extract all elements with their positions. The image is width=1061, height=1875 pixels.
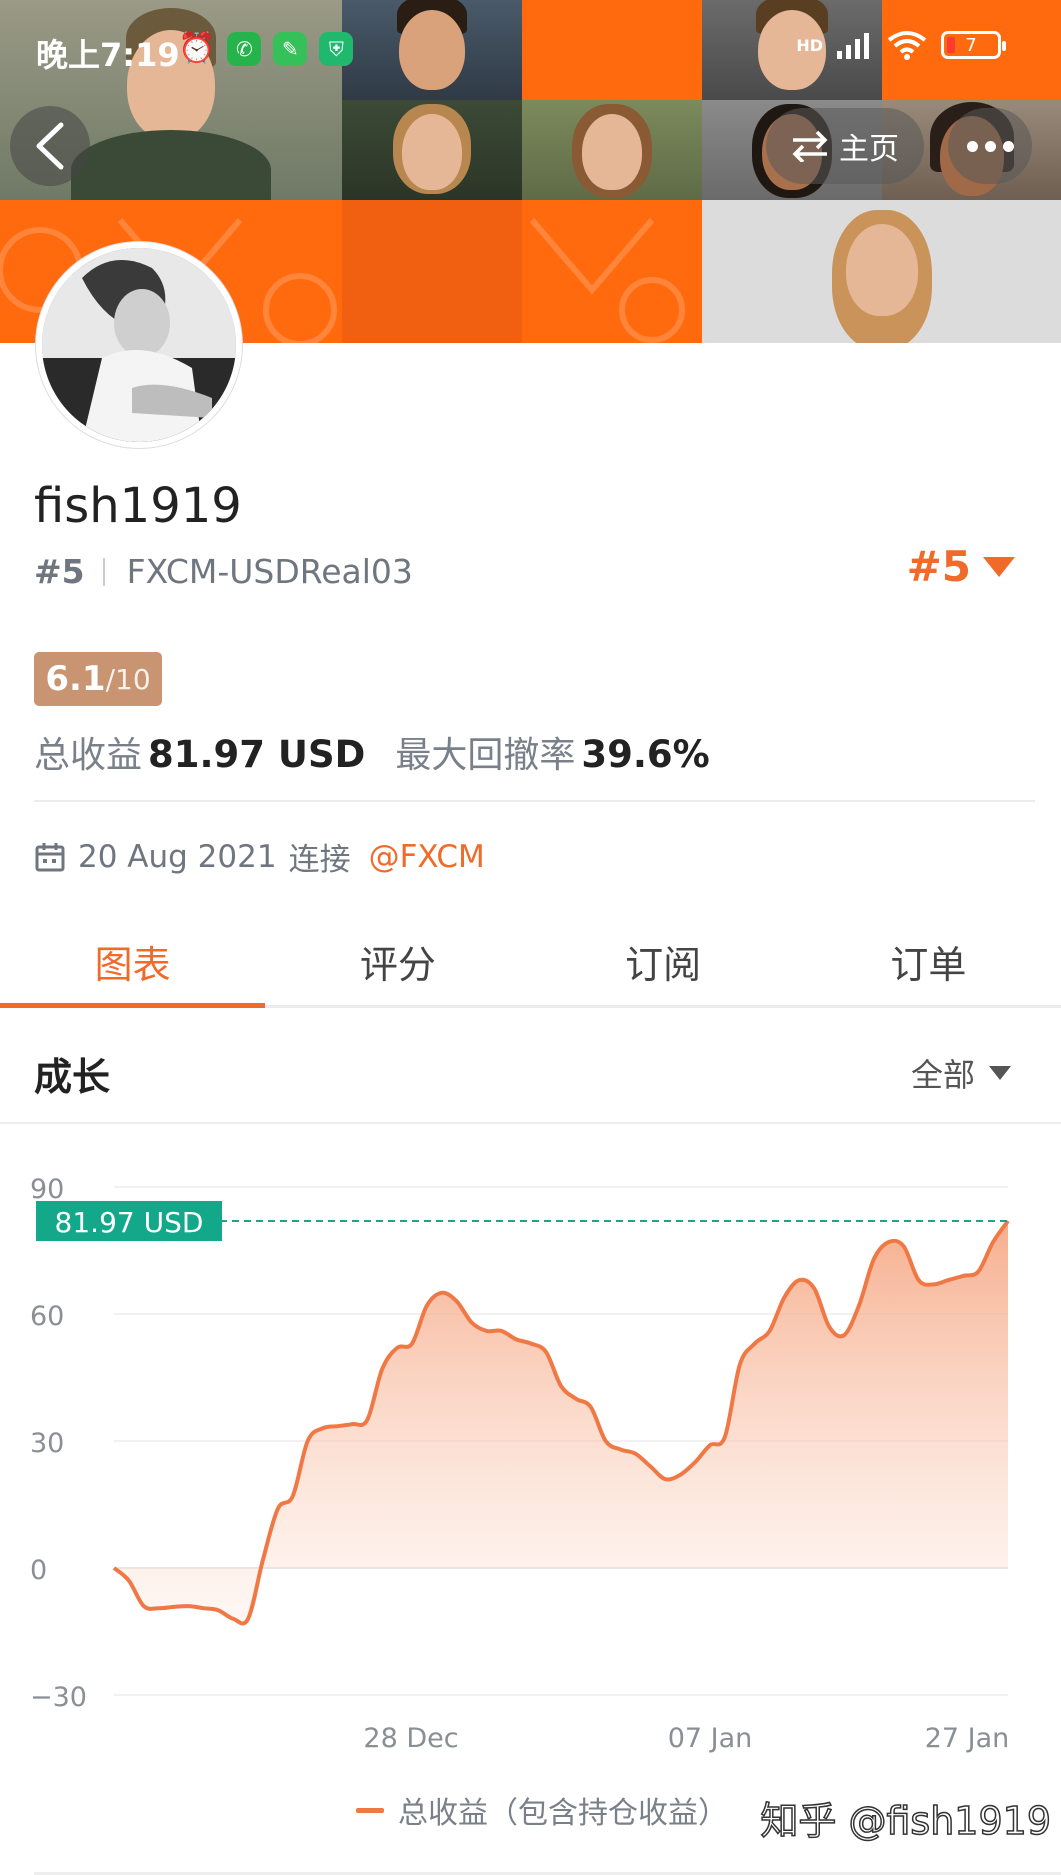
joined-info: 20 Aug 2021 连接 @FXCM xyxy=(34,834,485,879)
score-value: 6.1 xyxy=(45,659,106,699)
more-dot xyxy=(966,140,978,152)
divider xyxy=(102,557,105,586)
tab-orders[interactable]: 订单 xyxy=(796,918,1061,1005)
more-dot xyxy=(984,140,996,152)
network-type: HD xyxy=(796,35,823,55)
y-tick-label: 0 xyxy=(30,1555,47,1586)
growth-chart[interactable]: 90 60 30 0 −30 81.97 USD 28 Dec 07 Jan 27 Jan xyxy=(0,1130,1061,1770)
period-filter-label: 全部 xyxy=(910,1056,975,1094)
status-bar: 晚上7:19 ⏰ ✆ ✎ ⛨ HD 7 xyxy=(0,0,1061,100)
battery-icon: 7 xyxy=(941,31,1006,59)
chart-legend: 总收益（包含持仓收益） xyxy=(356,1788,728,1832)
chart-header: 成长 全部 xyxy=(0,1010,1061,1124)
total-profit-label: 总收益 xyxy=(34,735,143,776)
avatar-image xyxy=(42,248,236,442)
rank-label: #5 xyxy=(34,552,85,591)
avatar[interactable] xyxy=(36,242,242,448)
x-tick-label: 28 Dec xyxy=(363,1723,458,1754)
y-tick-label: 60 xyxy=(30,1301,64,1332)
calendar-icon xyxy=(35,842,65,871)
divider xyxy=(34,800,1035,802)
banner-orange-tile xyxy=(342,200,522,343)
tab-subscribe[interactable]: 订阅 xyxy=(531,918,796,1005)
signal-icon xyxy=(837,33,869,59)
notification-icons: ⏰ ✆ ✎ ⛨ xyxy=(178,31,354,66)
max-drawdown-label: 最大回撤率 xyxy=(395,735,576,776)
more-dot xyxy=(1002,140,1014,152)
home-label: 主页 xyxy=(839,132,899,167)
watermark: 知乎 @fish1919 xyxy=(760,1798,1052,1844)
legend-swatch xyxy=(356,1807,384,1813)
profile-tabs: 图表 评分 订阅 订单 xyxy=(0,918,1061,1008)
score-badge: 6.1/10 xyxy=(34,652,162,706)
performance-metrics: 总收益 81.97 USD 最大回撤率 39.6% xyxy=(34,726,710,778)
caret-down-icon xyxy=(989,1066,1011,1080)
banner-orange-tile xyxy=(522,200,702,343)
rank-dropdown[interactable]: #5 xyxy=(907,542,1015,591)
username: fish1919 xyxy=(34,478,242,534)
max-drawdown-value: 39.6% xyxy=(581,733,710,776)
score-max: /10 xyxy=(105,662,151,696)
banner-photo xyxy=(522,100,702,200)
banner-photo xyxy=(702,200,1061,343)
more-menu-button[interactable] xyxy=(948,108,1032,184)
back-button[interactable] xyxy=(10,106,90,186)
period-filter-dropdown[interactable]: 全部 xyxy=(911,1050,1011,1096)
joined-label: 连接 xyxy=(288,842,351,878)
y-tick-label: 30 xyxy=(30,1428,64,1459)
broker-link[interactable]: @FXCM xyxy=(369,839,485,875)
home-button[interactable]: 主页 xyxy=(766,108,924,184)
current-value-label: 81.97 USD xyxy=(55,1206,204,1239)
account-info: #5 FXCM-USDReal03 xyxy=(34,552,413,591)
y-tick-label: −30 xyxy=(30,1682,87,1713)
server-name: FXCM-USDReal03 xyxy=(126,552,413,591)
y-tick-label: 90 xyxy=(30,1174,64,1205)
legend-label: 总收益（包含持仓收益） xyxy=(398,1796,728,1831)
x-tick-label: 27 Jan xyxy=(925,1723,1010,1754)
alarm-icon: ⏰ xyxy=(178,31,216,66)
shield-icon: ⛨ xyxy=(319,32,354,66)
total-profit-value: 81.97 USD xyxy=(148,733,366,776)
joined-date: 20 Aug 2021 xyxy=(78,838,277,875)
tab-chart[interactable]: 图表 xyxy=(0,918,266,1008)
banner-photo xyxy=(342,100,522,200)
phone-icon: ✆ xyxy=(227,32,262,66)
wifi-icon xyxy=(887,31,927,60)
x-tick-label: 07 Jan xyxy=(668,1723,753,1754)
caret-down-icon xyxy=(983,556,1015,577)
chart-title: 成长 xyxy=(34,1055,111,1099)
system-icons: HD 7 xyxy=(796,30,1006,60)
swap-icon xyxy=(792,130,828,162)
status-time: 晚上7:19 xyxy=(36,36,180,74)
rank-dropdown-label: #5 xyxy=(906,542,971,591)
tool-icon: ✎ xyxy=(273,32,308,66)
tab-rating[interactable]: 评分 xyxy=(265,918,530,1005)
chevron-left-icon xyxy=(36,122,64,170)
series-area xyxy=(114,1221,1008,1624)
